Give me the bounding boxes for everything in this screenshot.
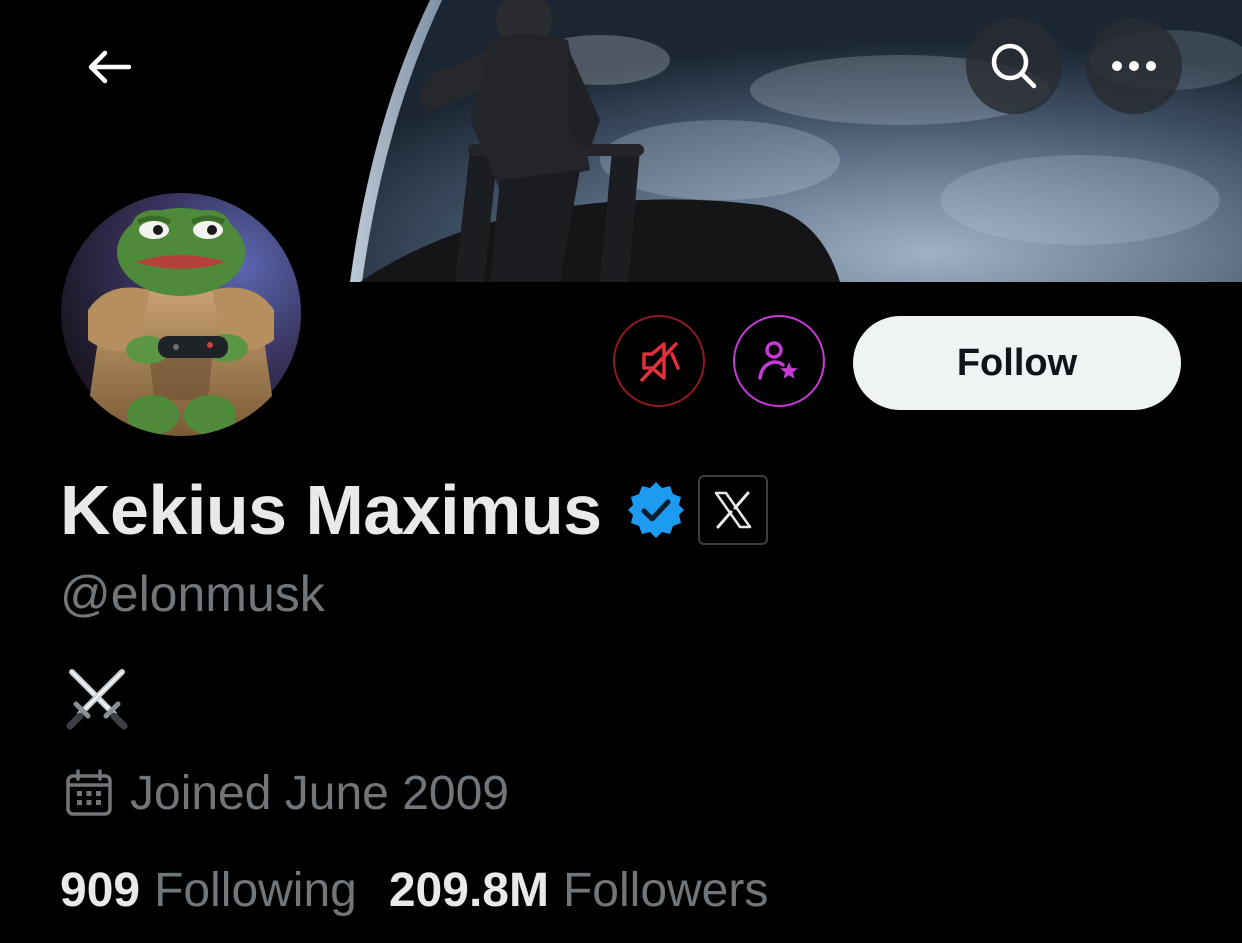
search-button[interactable]	[966, 18, 1062, 114]
follow-button[interactable]: Follow	[853, 316, 1181, 410]
followers-link[interactable]: 209.8M Followers	[389, 863, 769, 918]
following-count: 909	[60, 863, 141, 917]
more-horizontal-icon	[1112, 61, 1156, 71]
arrow-left-icon	[88, 50, 131, 84]
name-row: Kekius Maximus	[60, 470, 768, 550]
search-icon	[991, 43, 1037, 89]
person-star-icon	[758, 341, 798, 380]
following-link[interactable]: 909 Following	[60, 863, 357, 918]
calendar-icon	[66, 769, 112, 816]
followers-count: 209.8M	[388, 863, 549, 917]
x-logo-icon[interactable]	[697, 475, 768, 545]
profile-page: Follow Kekius Maximus @elonmusk Joined J…	[0, 0, 1242, 943]
profile-avatar[interactable]	[58, 190, 304, 436]
avatar-image	[61, 193, 301, 436]
joined-date-row: Joined June 2009	[64, 762, 509, 824]
followers-label: Followers	[562, 863, 769, 917]
follow-stats: 909 Following 209.8M Followers	[60, 858, 768, 922]
subscribe-button[interactable]	[733, 315, 825, 407]
unmute-button[interactable]	[613, 315, 705, 407]
more-options-button[interactable]	[1086, 18, 1182, 114]
bio-crossed-swords-icon	[62, 664, 132, 734]
verified-badge-icon[interactable]	[626, 480, 686, 540]
user-handle: @elonmusk	[60, 566, 325, 622]
muted-speaker-icon	[640, 342, 680, 382]
following-label: Following	[154, 863, 357, 917]
display-name: Kekius Maximus	[60, 471, 602, 549]
back-button[interactable]	[70, 28, 148, 106]
joined-date: Joined June 2009	[130, 766, 509, 820]
